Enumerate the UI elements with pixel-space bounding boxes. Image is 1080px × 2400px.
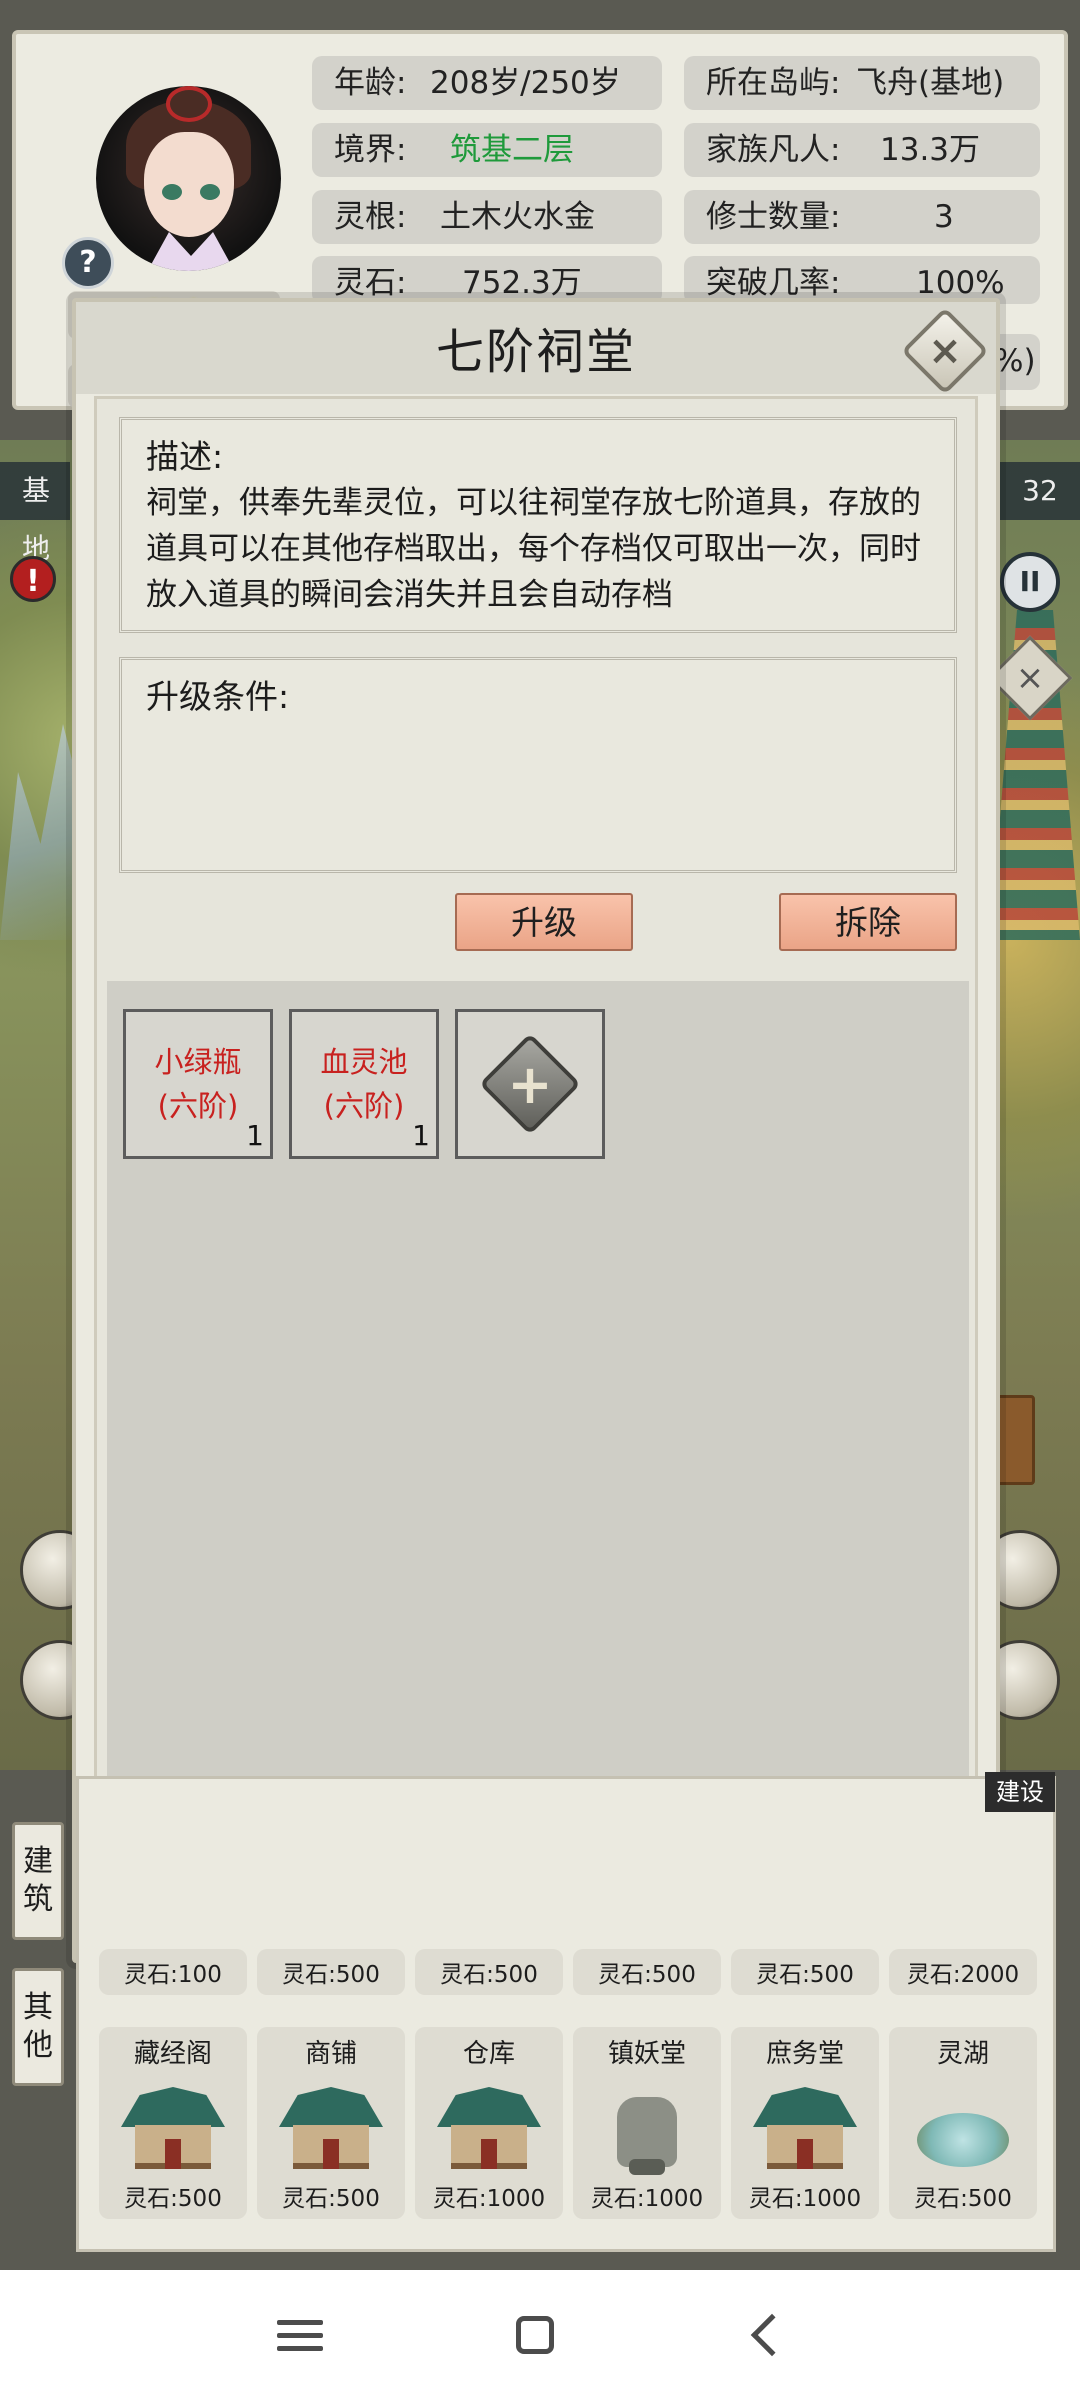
building-icon <box>595 2079 699 2177</box>
system-navigation-bar <box>0 2270 1080 2400</box>
building-card[interactable]: 灵石:500 <box>731 1949 879 1995</box>
age-label: 年龄: <box>334 65 407 101</box>
island-stat: 所在岛屿: 飞舟(基地) <box>684 56 1040 110</box>
building-icon <box>437 2079 541 2177</box>
item-count: 1 <box>412 1119 430 1152</box>
spirit-root-value: 土木火水金 <box>440 199 595 235</box>
building-card[interactable]: 灵石:500 <box>257 1949 405 1995</box>
spirit-root-label: 灵根: <box>334 199 407 235</box>
cultivators-label: 修士数量: <box>706 199 841 235</box>
building-card-demon-hall[interactable]: 镇妖堂 灵石:1000 <box>573 2027 721 2219</box>
realm-value: 筑基二层 <box>450 132 574 168</box>
island-value: 飞舟(基地) <box>856 65 1005 101</box>
building-icon <box>121 2079 225 2177</box>
mortals-stat: 家族凡人: 13.3万 <box>684 123 1040 177</box>
description-box: 描述: 祠堂，供奉先辈灵位，可以往祠堂存放七阶道具，存放的道具可以在其他存档取出… <box>119 417 957 633</box>
map-counter-label: 32 <box>1000 462 1080 520</box>
home-icon[interactable] <box>500 2300 570 2370</box>
tab-buildings[interactable]: 建筑 <box>12 1822 64 1940</box>
character-avatar[interactable] <box>96 86 281 271</box>
mortals-value: 13.3万 <box>880 132 981 168</box>
description-text: 祠堂，供奉先辈灵位，可以往祠堂存放七阶道具，存放的道具可以在其他存档取出，每个存… <box>146 485 921 613</box>
age-stat: 年龄: 208岁/250岁 <box>312 56 662 110</box>
hidden-stat-suffix: %) <box>994 343 1036 379</box>
close-icon: × <box>928 328 962 374</box>
demolish-button[interactable]: 拆除 <box>779 893 957 951</box>
breakthrough-value: 100% <box>916 265 1005 301</box>
realm-stat: 境界: 筑基二层 <box>312 123 662 177</box>
construction-tag: 建设 <box>985 1772 1055 1812</box>
close-icon: × <box>1015 658 1045 698</box>
description-heading: 描述: <box>146 437 224 476</box>
modal-body: 描述: 祠堂，供奉先辈灵位，可以往祠堂存放七阶道具，存放的道具可以在其他存档取出… <box>94 396 978 1951</box>
modal-title: 七阶祠堂 <box>435 324 636 380</box>
spirit-stones-stat: 灵石: 752.3万 <box>312 256 662 304</box>
menu-icon[interactable] <box>265 2300 335 2370</box>
mortals-label: 家族凡人: <box>706 132 841 168</box>
upgrade-button[interactable]: 升级 <box>455 893 633 951</box>
realm-label: 境界: <box>334 132 407 168</box>
building-icon <box>911 2079 1015 2177</box>
alert-icon[interactable]: ! <box>10 556 56 602</box>
building-card-spirit-lake[interactable]: 灵湖 灵石:500 <box>889 2027 1037 2219</box>
building-card-warehouse[interactable]: 仓库 灵石:1000 <box>415 2027 563 2219</box>
back-icon[interactable] <box>735 2300 805 2370</box>
building-card[interactable]: 灵石:500 <box>415 1949 563 1995</box>
spirit-root-stat: 灵根: 土木火水金 <box>312 190 662 244</box>
item-name: 小绿瓶 (六阶) <box>154 1045 242 1123</box>
building-card-shop[interactable]: 商铺 灵石:500 <box>257 2027 405 2219</box>
building-card-scripture-pavilion[interactable]: 藏经阁 灵石:500 <box>99 2027 247 2219</box>
building-card[interactable]: 灵石:500 <box>573 1949 721 1995</box>
building-selection-panel: 灵石:100 灵石:500 灵石:500 灵石:500 灵石:500 灵石:20… <box>76 1776 1056 2252</box>
item-slot[interactable]: 血灵池 (六阶) 1 <box>289 1009 439 1159</box>
spirit-stones-value: 752.3万 <box>462 265 582 301</box>
notice-board[interactable] <box>995 1395 1035 1485</box>
cultivators-value: 3 <box>934 199 954 235</box>
spirit-stones-label: 灵石: <box>334 265 407 301</box>
add-item-slot[interactable]: + <box>455 1009 605 1159</box>
breakthrough-label: 突破几率: <box>706 265 841 301</box>
pause-icon[interactable]: II <box>1000 552 1060 612</box>
item-name: 血灵池 (六阶) <box>320 1045 408 1123</box>
upgrade-conditions-heading: 升级条件: <box>146 677 290 716</box>
breakthrough-stat: 突破几率: 100% <box>684 256 1040 304</box>
building-icon <box>753 2079 857 2177</box>
building-card-affairs-hall[interactable]: 庶务堂 灵石:1000 <box>731 2027 879 2219</box>
item-slot[interactable]: 小绿瓶 (六阶) 1 <box>123 1009 273 1159</box>
island-label: 所在岛屿: <box>706 65 841 101</box>
building-card[interactable]: 灵石:100 <box>99 1949 247 1995</box>
tab-other[interactable]: 其他 <box>12 1968 64 2086</box>
help-icon[interactable]: ? <box>62 237 114 289</box>
building-icon <box>279 2079 383 2177</box>
building-card[interactable]: 灵石:2000 <box>889 1949 1037 1995</box>
add-icon: + <box>479 1033 581 1135</box>
age-value: 208岁/250岁 <box>430 65 621 101</box>
cultivators-stat: 修士数量: 3 <box>684 190 1040 244</box>
item-count: 1 <box>246 1119 264 1152</box>
upgrade-conditions-box: 升级条件: <box>119 657 957 873</box>
building-detail-modal: 七阶祠堂 × 描述: 祠堂，供奉先辈灵位，可以往祠堂存放七阶道具，存放的道具可以… <box>72 298 1000 1963</box>
map-location-label: 基地 <box>0 462 70 565</box>
